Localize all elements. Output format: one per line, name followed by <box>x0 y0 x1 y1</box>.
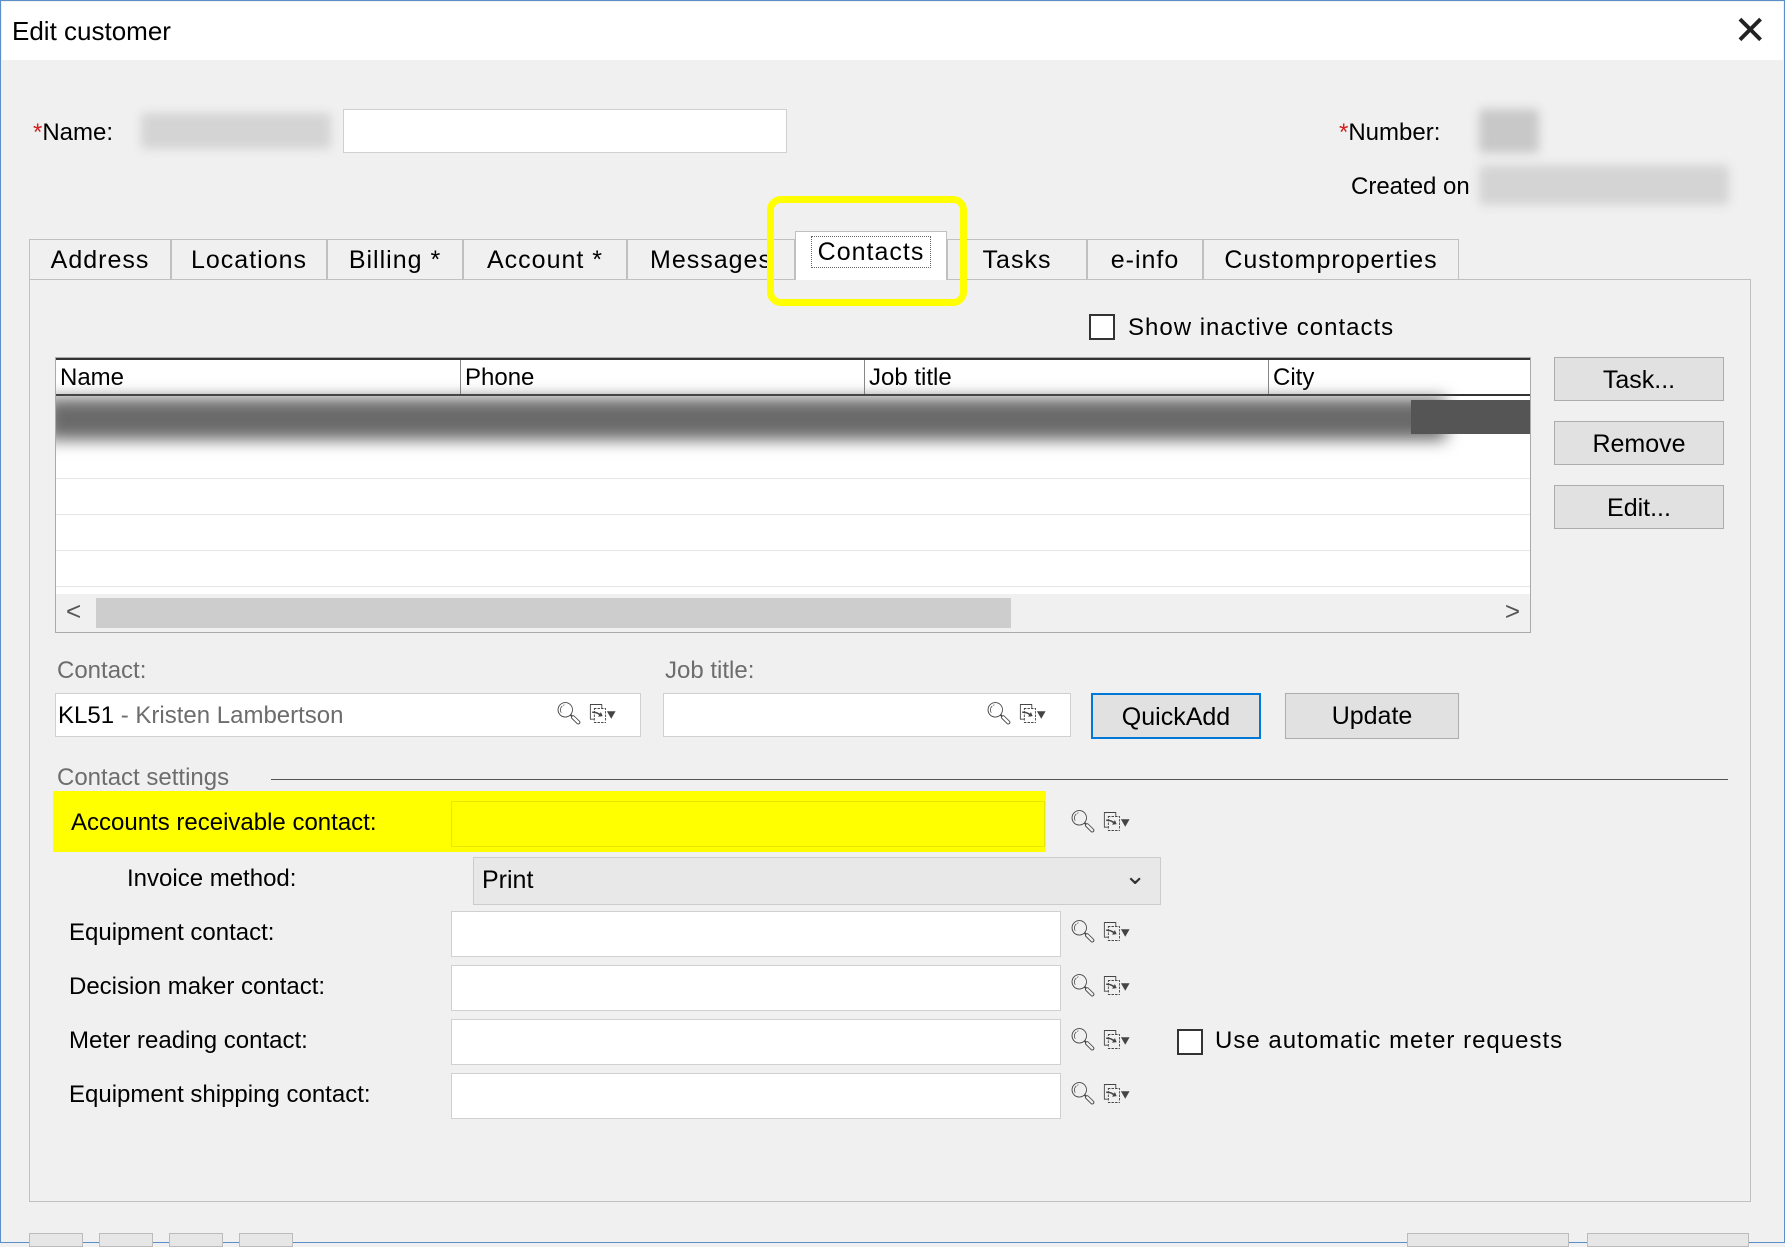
table-row[interactable] <box>56 478 1530 515</box>
tab-customproperties[interactable]: Customproperties <box>1203 239 1459 279</box>
auto-meter-checkbox[interactable] <box>1177 1029 1203 1055</box>
horizontal-scrollbar[interactable]: < > <box>56 594 1530 632</box>
search-icon[interactable]: 🔍︎ <box>1069 1027 1097 1052</box>
decision-maker-icons: 🔍︎ ⎘▾ <box>1069 973 1130 999</box>
scrollbar-thumb[interactable] <box>96 598 1011 628</box>
bottom-button-stub[interactable] <box>1407 1233 1569 1247</box>
dropdown-menu-icon[interactable]: ⎘▾ <box>1103 919 1130 944</box>
table-row[interactable] <box>56 514 1530 551</box>
table-row[interactable] <box>56 442 1530 479</box>
tab-e-info[interactable]: e-info <box>1087 239 1203 279</box>
job-title-label: Job title: <box>665 657 755 684</box>
show-inactive-checkbox[interactable] <box>1089 314 1115 340</box>
redacted-contact-row <box>56 398 1446 440</box>
meter-reading-label: Meter reading contact: <box>69 1027 308 1054</box>
tab-billing[interactable]: Billing * <box>327 239 463 279</box>
auto-meter-label: Use automatic meter requests <box>1215 1027 1564 1054</box>
contact-code: KL51 <box>58 702 115 729</box>
meter-reading-input[interactable] <box>451 1019 1061 1065</box>
scroll-left-icon[interactable]: < <box>66 596 81 627</box>
equipment-shipping-icons: 🔍︎ ⎘▾ <box>1069 1081 1130 1107</box>
table-header: Name Phone Job title City <box>56 358 1530 396</box>
search-icon[interactable]: 🔍︎ <box>1069 973 1097 998</box>
dropdown-menu-icon[interactable]: ⎘▾ <box>1103 1081 1130 1106</box>
number-redacted <box>1479 109 1539 153</box>
search-icon[interactable]: 🔍︎ <box>555 701 583 726</box>
name-input[interactable] <box>343 109 787 153</box>
bottom-button-stub[interactable] <box>169 1233 223 1247</box>
title-bar: Edit customer ✕ <box>2 2 1783 60</box>
show-inactive-label: Show inactive contacts <box>1128 314 1395 341</box>
contact-name: Kristen Lambertson <box>135 702 344 729</box>
quickadd-button[interactable]: QuickAdd <box>1091 693 1261 739</box>
ar-contact-label: Accounts receivable contact: <box>71 809 377 836</box>
created-on-redacted <box>1479 165 1729 205</box>
contacts-table[interactable]: Name Phone Job title City < > <box>55 357 1531 633</box>
scroll-right-icon[interactable]: > <box>1505 596 1520 627</box>
required-marker: * <box>1339 119 1349 146</box>
bottom-button-stub[interactable] <box>1587 1233 1749 1247</box>
equipment-contact-label: Equipment contact: <box>69 919 275 946</box>
search-icon[interactable]: 🔍︎ <box>1069 919 1097 944</box>
column-name[interactable]: Name <box>56 360 460 394</box>
dropdown-menu-icon[interactable]: ⎘▾ <box>1103 1027 1130 1052</box>
column-city[interactable]: City <box>1268 360 1530 394</box>
bottom-button-stub[interactable] <box>99 1233 153 1247</box>
dropdown-menu-icon[interactable]: ⎘▾ <box>589 701 616 726</box>
dropdown-menu-icon[interactable]: ⎘▾ <box>1103 809 1130 834</box>
contact-settings-heading: Contact settings <box>57 764 230 791</box>
equipment-shipping-input[interactable] <box>451 1073 1061 1119</box>
required-marker: * <box>33 119 43 146</box>
close-icon[interactable]: ✕ <box>1733 6 1767 56</box>
table-row[interactable] <box>56 550 1530 587</box>
ar-contact-input[interactable] <box>451 801 1045 847</box>
decision-maker-label: Decision maker contact: <box>69 973 326 1000</box>
invoice-method-select[interactable]: Print ⌄ <box>473 857 1161 905</box>
bottom-button-stub[interactable] <box>29 1233 83 1247</box>
tab-address[interactable]: Address <box>29 239 171 279</box>
tab-locations[interactable]: Locations <box>171 239 327 279</box>
tab-tasks[interactable]: Tasks <box>947 239 1087 279</box>
number-label: *Number: <box>1339 119 1441 146</box>
name-redacted <box>141 113 331 149</box>
equipment-contact-icons: 🔍︎ ⎘▾ <box>1069 919 1130 945</box>
task-button[interactable]: Task... <box>1554 357 1724 401</box>
name-label: *Name: <box>33 119 114 146</box>
equipment-contact-input[interactable] <box>451 911 1061 957</box>
edit-customer-window: Edit customer ✕ *Name: *Number: Created … <box>0 0 1785 1247</box>
job-title-field-icons: 🔍︎ ⎘▾ <box>985 701 1046 727</box>
search-icon[interactable]: 🔍︎ <box>985 701 1013 726</box>
remove-button[interactable]: Remove <box>1554 421 1724 465</box>
contact-label: Contact: <box>57 657 147 684</box>
bottom-button-stub[interactable] <box>239 1233 293 1247</box>
contact-separator: - <box>114 702 136 729</box>
section-divider <box>271 779 1728 780</box>
created-on-label: Created on <box>1351 173 1470 200</box>
selected-row-fill <box>1411 400 1530 434</box>
ar-contact-icons: 🔍︎ ⎘▾ <box>1069 809 1130 835</box>
window-title: Edit customer <box>12 16 171 46</box>
edit-button[interactable]: Edit... <box>1554 485 1724 529</box>
invoice-method-value: Print <box>482 866 534 894</box>
contact-field[interactable]: KL51 - Kristen Lambertson <box>55 693 641 737</box>
chevron-down-icon[interactable]: ⌄ <box>1124 860 1146 891</box>
update-button[interactable]: Update <box>1285 693 1459 739</box>
search-icon[interactable]: 🔍︎ <box>1069 1081 1097 1106</box>
invoice-method-label: Invoice method: <box>127 865 297 892</box>
equipment-shipping-label: Equipment shipping contact: <box>69 1081 371 1108</box>
column-phone[interactable]: Phone <box>460 360 864 394</box>
contact-field-icons: 🔍︎ ⎘▾ <box>555 701 616 727</box>
search-icon[interactable]: 🔍︎ <box>1069 809 1097 834</box>
dropdown-menu-icon[interactable]: ⎘▾ <box>1019 701 1046 726</box>
meter-reading-icons: 🔍︎ ⎘▾ <box>1069 1027 1130 1053</box>
tab-account[interactable]: Account * <box>463 239 627 279</box>
contacts-tab-highlight <box>767 196 967 306</box>
column-job-title[interactable]: Job title <box>864 360 1268 394</box>
dropdown-menu-icon[interactable]: ⎘▾ <box>1103 973 1130 998</box>
decision-maker-input[interactable] <box>451 965 1061 1011</box>
